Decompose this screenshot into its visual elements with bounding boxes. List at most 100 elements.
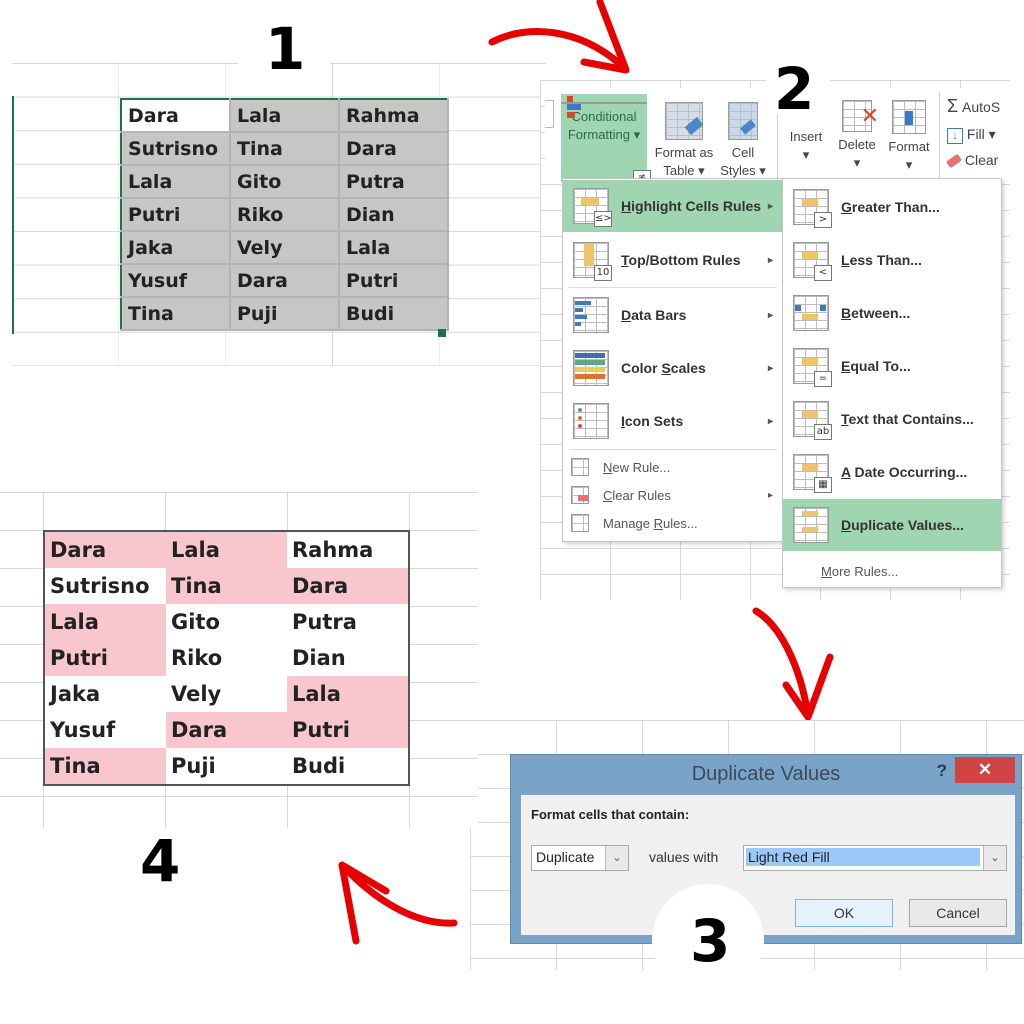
clear-button[interactable]: Clear xyxy=(945,152,998,169)
panel1-selected-range[interactable]: Dara Lala Rahma Sutrisno Tina Dara Lala Gito Put… xyxy=(120,98,449,331)
sheet-cell[interactable]: Gito xyxy=(230,165,340,199)
sheet-cell[interactable]: Yusuf xyxy=(121,264,231,298)
duplicate-cell[interactable]: Dara xyxy=(166,712,287,748)
sheet-cell[interactable]: Tina xyxy=(121,297,231,331)
delete-button[interactable]: ✕ Delete ▾ xyxy=(833,94,881,172)
sheet-cell[interactable]: Puji xyxy=(166,748,287,785)
sheet-cell[interactable]: Dara xyxy=(230,264,340,298)
autosum-button[interactable]: Σ AutoS xyxy=(947,96,1000,117)
sheet-cell[interactable]: Rahma xyxy=(287,531,409,568)
insert-dropdown: ▾ xyxy=(802,147,810,162)
fill-button[interactable]: ↓ Fill ▾ xyxy=(947,126,996,144)
menu-item-manage-rules[interactable]: Manage Rules... xyxy=(563,509,783,537)
menu-item-label: Text that Contains... xyxy=(841,411,974,427)
sheet-cell[interactable]: Riko xyxy=(230,198,340,232)
sheet-cell[interactable]: Putri xyxy=(121,198,231,232)
sheet-cell[interactable]: Budi xyxy=(287,748,409,785)
table-row: Lala Gito Putra xyxy=(44,604,409,640)
data-bars-icon xyxy=(573,297,609,333)
menu-item-label: Between... xyxy=(841,305,911,321)
menu-item-label: Highlight Cells Rules xyxy=(621,198,762,214)
sheet-cell[interactable]: Putra xyxy=(339,165,449,199)
format-style-value: Light Red Fill xyxy=(746,848,980,866)
submenu-chevron-icon: ▸ xyxy=(767,200,773,212)
sheet-cell[interactable]: Dian xyxy=(339,198,449,232)
duplicate-cell[interactable]: Putri xyxy=(44,640,166,676)
a-date-occurring-icon: ▦ xyxy=(793,454,832,493)
menu-item-duplicate-values[interactable]: Duplicate Values... xyxy=(783,499,1001,551)
duplicate-cell[interactable]: Putri xyxy=(287,712,409,748)
sheet-cell[interactable]: Dian xyxy=(287,640,409,676)
chevron-down-icon[interactable]: ⌄ xyxy=(983,846,1006,870)
rule-badge: ▦ xyxy=(814,477,832,493)
duplicate-cell[interactable]: Lala xyxy=(44,604,166,640)
menu-item-label: A Date Occurring... xyxy=(841,464,968,480)
name-box-fragment[interactable] xyxy=(545,100,554,128)
ribbon-group-separator xyxy=(939,92,940,178)
sheet-cell[interactable]: Jaka xyxy=(121,231,231,265)
menu-item-a-date-occurring[interactable]: ▦ A Date Occurring... xyxy=(783,446,1001,498)
sheet-cell[interactable]: Sutrisno xyxy=(121,132,231,166)
panel4-result-range[interactable]: Dara Lala Rahma Sutrisno Tina Dara Lala Gito Put… xyxy=(43,530,410,786)
close-button[interactable]: ✕ xyxy=(955,757,1015,783)
sheet-cell[interactable]: Putra xyxy=(287,604,409,640)
sheet-cell[interactable]: Lala xyxy=(230,99,340,133)
sheet-cell[interactable]: Riko xyxy=(166,640,287,676)
menu-item-more-rules[interactable]: More Rules... xyxy=(783,557,1001,585)
duplicate-cell[interactable]: Tina xyxy=(44,748,166,785)
menu-item-less-than[interactable]: < Less Than... xyxy=(783,234,1001,286)
menu-item-icon-sets[interactable]: Icon Sets ▸ xyxy=(563,395,783,447)
sheet-cell[interactable]: Vely xyxy=(166,676,287,712)
submenu-chevron-icon: ▸ xyxy=(767,254,773,266)
chevron-down-icon[interactable]: ⌄ xyxy=(605,846,628,870)
duplicate-cell[interactable]: Lala xyxy=(287,676,409,712)
format-button[interactable]: Format ▾ xyxy=(883,94,935,174)
sheet-cell[interactable]: Lala xyxy=(121,165,231,199)
sheet-cell[interactable]: Tina xyxy=(230,132,340,166)
sheet-cell[interactable]: Jaka xyxy=(44,676,166,712)
insert-label: Insert xyxy=(789,129,823,144)
format-label: Format xyxy=(888,139,930,154)
duplicate-cell[interactable]: Dara xyxy=(44,531,166,568)
menu-item-text-that-contains[interactable]: ab Text that Contains... xyxy=(783,393,1001,445)
menu-item-top-bottom-rules[interactable]: 10 Top/Bottom Rules ▸ xyxy=(563,234,783,286)
sheet-cell[interactable]: Gito xyxy=(166,604,287,640)
sheet-cell[interactable]: Dara xyxy=(121,99,231,133)
rule-badge: > xyxy=(814,212,832,228)
less-than-icon: < xyxy=(793,242,832,281)
menu-item-equal-to[interactable]: = Equal To... xyxy=(783,340,1001,392)
cell-styles-button[interactable]: Cell Styles ▾ xyxy=(717,94,769,180)
fill-handle[interactable] xyxy=(438,329,446,337)
rule-badge: = xyxy=(814,371,832,387)
sheet-cell[interactable]: Putri xyxy=(339,264,449,298)
sheet-cell[interactable]: Rahma xyxy=(339,99,449,133)
menu-item-data-bars[interactable]: Data Bars ▸ xyxy=(563,289,783,341)
sheet-cell[interactable]: Lala xyxy=(339,231,449,265)
duplicate-cell[interactable]: Tina xyxy=(166,568,287,604)
sheet-cell[interactable]: Budi xyxy=(339,297,449,331)
format-as-table-button[interactable]: Format as Table ▾ xyxy=(649,94,719,180)
step-4-number: 4 xyxy=(140,827,181,895)
sheet-cell[interactable]: Dara xyxy=(339,132,449,166)
menu-item-clear-rules[interactable]: Clear Rules ▸ xyxy=(563,481,783,509)
sheet-cell[interactable]: Puji xyxy=(230,297,340,331)
format-style-select[interactable]: Light Red Fill ⌄ xyxy=(743,845,1007,871)
menu-item-new-rule[interactable]: New Rule... xyxy=(563,453,783,481)
menu-item-color-scales[interactable]: Color Scales ▸ xyxy=(563,342,783,394)
menu-item-between[interactable]: Between... xyxy=(783,287,1001,339)
duplicate-unique-select[interactable]: Duplicate ⌄ xyxy=(531,845,629,871)
help-button[interactable]: ? xyxy=(937,761,947,781)
insert-button[interactable]: Insert ▾ xyxy=(781,128,831,164)
sheet-cell[interactable]: Vely xyxy=(230,231,340,265)
menu-item-greater-than[interactable]: > Greater Than... xyxy=(783,181,1001,233)
duplicate-cell[interactable]: Lala xyxy=(166,531,287,568)
menu-item-label: Manage Rules... xyxy=(603,515,698,531)
ok-button[interactable]: OK xyxy=(795,899,893,927)
duplicate-cell[interactable]: Dara xyxy=(287,568,409,604)
sheet-cell[interactable]: Sutrisno xyxy=(44,568,166,604)
menu-item-highlight-cells-rules[interactable]: ≤> Highlight Cells Rules ▸ xyxy=(563,180,783,232)
cancel-button[interactable]: Cancel xyxy=(909,899,1007,927)
conditional-formatting-button[interactable]: ≠ Conditional Formatting ▾ xyxy=(561,94,651,186)
format-cells-label: Format cells that contain: xyxy=(531,807,690,822)
sheet-cell[interactable]: Yusuf xyxy=(44,712,166,748)
